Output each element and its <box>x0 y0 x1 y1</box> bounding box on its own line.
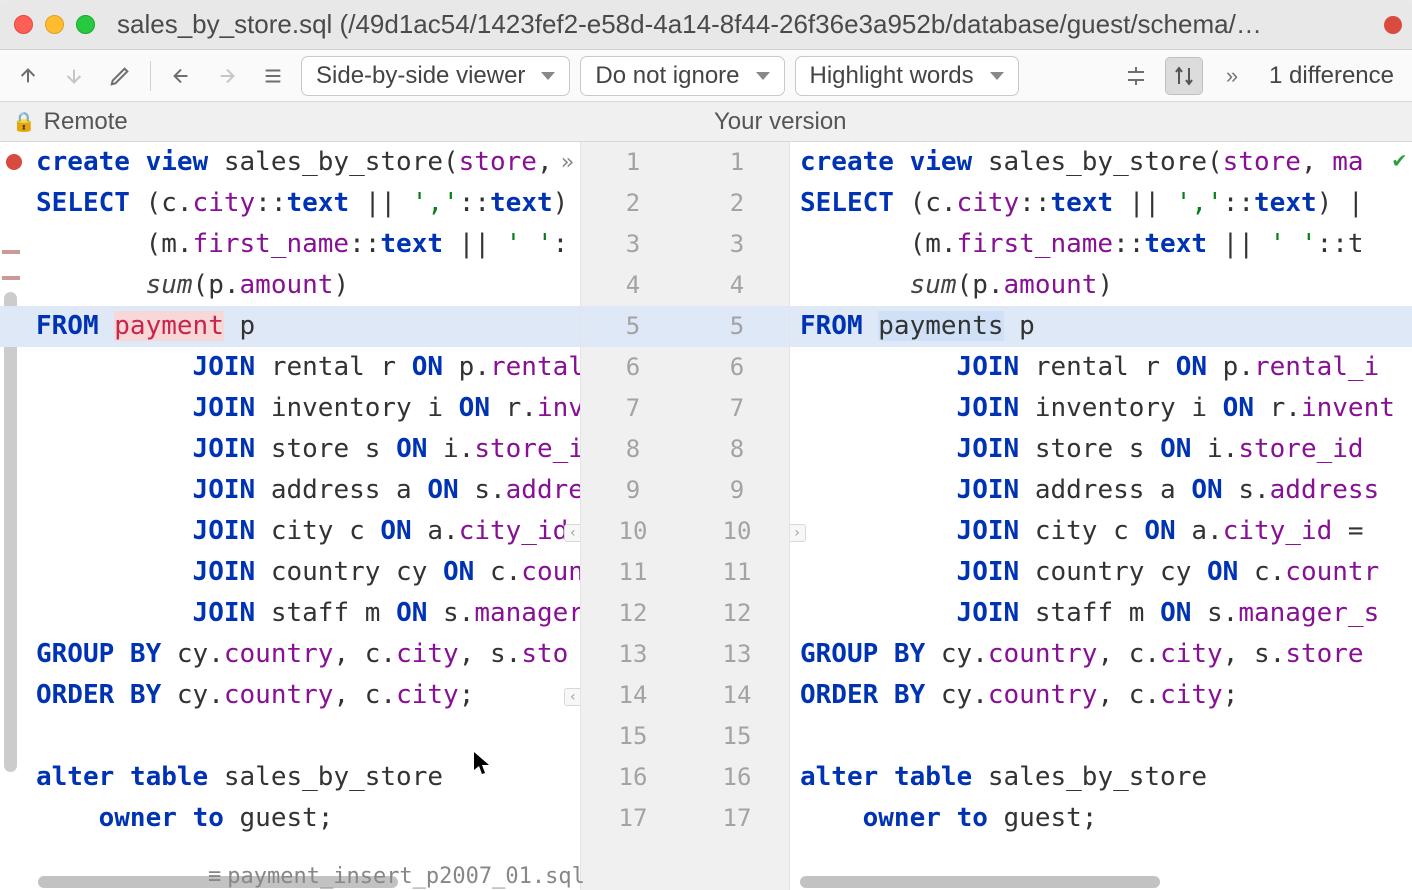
chevron-down-icon <box>990 72 1004 80</box>
panel-headers: 🔒 Remote Your version <box>0 102 1412 142</box>
gutter-line: 1 <box>581 142 685 183</box>
left-header: 🔒 Remote <box>0 102 580 141</box>
left-pane[interactable]: create view sales_by_store(store, SELECT… <box>0 142 580 890</box>
diff-toolbar: Side-by-side viewer Do not ignore Highli… <box>0 50 1412 102</box>
collapse-unchanged-button[interactable] <box>1117 57 1155 95</box>
gutter-line: 12 <box>685 593 789 634</box>
gutter-line: 5 <box>685 306 789 347</box>
titlebar: sales_by_store.sql (/49d1ac54/1423fef2-e… <box>0 0 1412 50</box>
background-file-tab[interactable]: ≡ payment_insert_p2007_01.sql <box>200 862 593 890</box>
gutter-line: 14 <box>581 675 685 716</box>
fold-marker-icon[interactable]: › <box>790 524 806 542</box>
highlight-mode-label: Highlight words <box>810 62 974 90</box>
diff-window: sales_by_store.sql (/49d1ac54/1423fef2-e… <box>0 0 1412 890</box>
list-button[interactable] <box>255 58 291 94</box>
next-diff-button[interactable] <box>56 58 92 94</box>
close-window-button[interactable] <box>14 15 33 34</box>
gutter-line: 7 <box>685 388 789 429</box>
zoom-window-button[interactable] <box>76 15 95 34</box>
line-gutter: 1234567891011121314151617 12345678910111… <box>580 142 790 890</box>
nav-forward-button[interactable] <box>209 58 245 94</box>
diff-body: create view sales_by_store(store, SELECT… <box>0 142 1412 890</box>
viewer-mode-dropdown[interactable]: Side-by-side viewer <box>301 56 570 96</box>
gutter-line: 13 <box>581 634 685 675</box>
gutter-line: 9 <box>685 470 789 511</box>
gutter-line: 3 <box>581 224 685 265</box>
gutter-line: 7 <box>581 388 685 429</box>
chevron-right-double-icon: » <box>1226 63 1238 89</box>
highlight-mode-dropdown[interactable]: Highlight words <box>795 56 1019 96</box>
background-file-label: payment_insert_p2007_01.sql <box>227 864 585 889</box>
gutter-line: 11 <box>581 552 685 593</box>
fold-marker-icon[interactable]: ‹ <box>564 524 580 542</box>
gutter-line: 12 <box>581 593 685 634</box>
viewer-mode-label: Side-by-side viewer <box>316 62 525 90</box>
right-code: create view sales_by_store(store, ma SEL… <box>790 142 1412 839</box>
gutter-right: 1234567891011121314151617 <box>685 142 789 890</box>
ignore-mode-dropdown[interactable]: Do not ignore <box>580 56 784 96</box>
prev-diff-button[interactable] <box>10 58 46 94</box>
ignore-mode-label: Do not ignore <box>595 62 739 90</box>
gutter-line: 15 <box>581 716 685 757</box>
fold-marker-icon[interactable]: ‹ <box>564 688 580 706</box>
right-header-label: Your version <box>714 108 847 136</box>
gutter-line: 4 <box>581 265 685 306</box>
lock-icon: 🔒 <box>12 110 36 134</box>
gutter-line: 9 <box>581 470 685 511</box>
gutter-line: 11 <box>685 552 789 593</box>
gutter-line: 10 <box>685 511 789 552</box>
edit-button[interactable] <box>102 58 138 94</box>
gutter-line: 17 <box>581 798 685 839</box>
horizontal-scrollbar[interactable] <box>800 876 1160 888</box>
gutter-line: 10 <box>581 511 685 552</box>
gutter-line: 15 <box>685 716 789 757</box>
chevron-down-icon <box>756 72 770 80</box>
gutter-left: 1234567891011121314151617 <box>581 142 685 890</box>
minimize-window-button[interactable] <box>45 15 64 34</box>
gutter-line: 13 <box>685 634 789 675</box>
gutter-line: 3 <box>685 224 789 265</box>
left-code: create view sales_by_store(store, SELECT… <box>0 142 580 839</box>
gutter-line: 2 <box>581 183 685 224</box>
gutter-line: 16 <box>581 757 685 798</box>
gutter-line: 2 <box>685 183 789 224</box>
chevron-down-icon <box>541 72 555 80</box>
more-button[interactable]: » <box>1213 57 1251 95</box>
file-icon: ≡ <box>208 864 221 889</box>
apply-change-button[interactable]: » <box>561 142 574 183</box>
gutter-line: 8 <box>685 429 789 470</box>
difference-count: 1 difference <box>1261 62 1402 90</box>
gutter-line: 16 <box>685 757 789 798</box>
gutter-line: 6 <box>685 347 789 388</box>
window-title: sales_by_store.sql (/49d1ac54/1423fef2-e… <box>95 9 1398 40</box>
error-indicator-icon <box>1384 16 1402 34</box>
sync-scroll-button[interactable] <box>1165 57 1203 95</box>
nav-back-button[interactable] <box>163 58 199 94</box>
left-header-label: Remote <box>44 108 128 136</box>
right-header: Your version <box>580 102 1412 141</box>
gutter-line: 5 <box>581 306 685 347</box>
gutter-line: 14 <box>685 675 789 716</box>
gutter-line: 1 <box>685 142 789 183</box>
gutter-line: 17 <box>685 798 789 839</box>
gutter-line: 8 <box>581 429 685 470</box>
gutter-line: 6 <box>581 347 685 388</box>
gutter-line: 4 <box>685 265 789 306</box>
right-pane[interactable]: ✔ create view sales_by_store(store, ma S… <box>790 142 1412 890</box>
toolbar-separator <box>150 61 151 91</box>
traffic-lights <box>14 15 95 34</box>
